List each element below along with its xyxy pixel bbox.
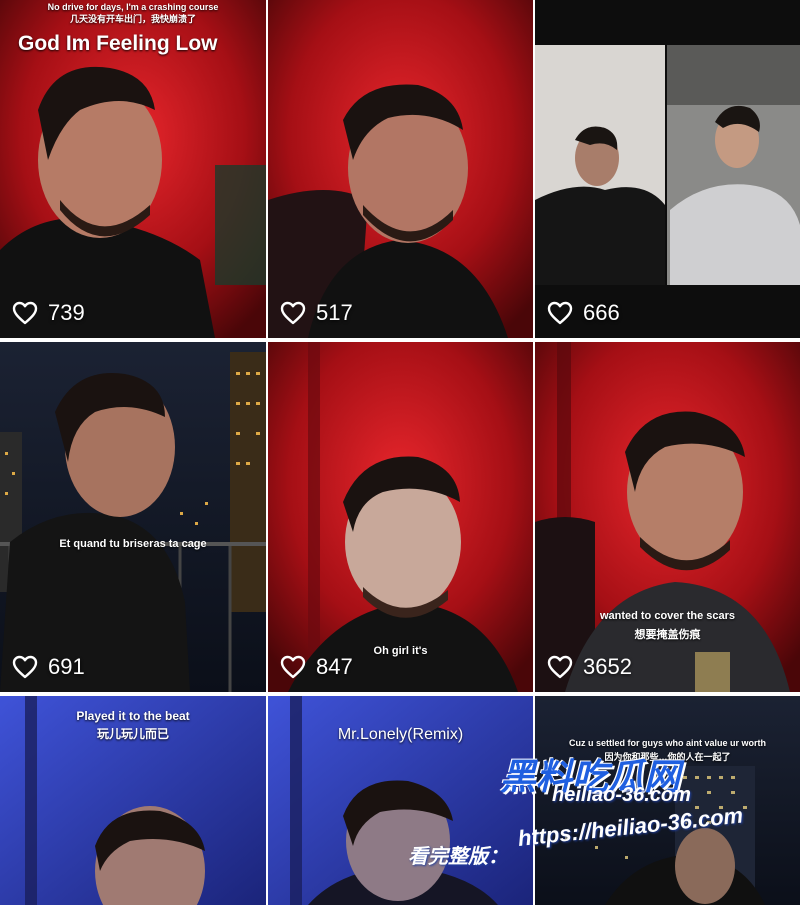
video-tile-8[interactable]: Mr.Lonely(Remix)	[268, 696, 533, 905]
caption-main: God Im Feeling Low	[18, 32, 218, 55]
like-count[interactable]: 517	[280, 300, 353, 326]
like-count[interactable]: 3652	[547, 654, 632, 680]
heart-outline-icon	[280, 655, 306, 679]
caption-title: Mr.Lonely(Remix)	[337, 726, 464, 743]
caption-top: No drive for days, I'm a crashing course	[47, 2, 219, 12]
caption-top-cn: 几天没有开车出门，我快崩溃了	[69, 14, 196, 24]
video-tile-3[interactable]: 666	[535, 0, 800, 338]
heart-outline-icon	[280, 301, 306, 325]
caption-subtitle-cn: 因为你和那些…你的人在一起了	[604, 752, 731, 762]
like-count[interactable]: 847	[280, 654, 353, 680]
video-tile-1[interactable]: No drive for days, I'm a crashing course…	[0, 0, 266, 338]
video-tile-7[interactable]: Played it to the beat 玩儿玩儿而已	[0, 696, 266, 905]
like-count-value: 666	[583, 300, 620, 325]
video-thumbnail	[0, 342, 266, 692]
like-count-value: 847	[316, 654, 353, 679]
heart-outline-icon	[12, 301, 38, 325]
caption-subtitle-cn: 想要掩盖伤痕	[634, 629, 701, 641]
caption-subtitle: Cuz u settled for guys who aint value ur…	[568, 738, 766, 748]
video-thumbnail	[535, 696, 800, 905]
video-tile-2[interactable]: 517	[268, 0, 533, 338]
like-count-value: 3652	[583, 654, 632, 679]
caption-subtitle-cn: 玩儿玩儿而已	[96, 727, 169, 741]
video-tile-9[interactable]: Cuz u settled for guys who aint value ur…	[535, 696, 800, 905]
like-count[interactable]: 739	[12, 300, 85, 326]
like-count[interactable]: 666	[547, 300, 620, 326]
video-tile-6[interactable]: wanted to cover the scars 想要掩盖伤痕 3652	[535, 342, 800, 692]
heart-outline-icon	[12, 655, 38, 679]
like-count-value: 739	[48, 300, 85, 325]
heart-outline-icon	[547, 301, 573, 325]
like-count[interactable]: 691	[12, 654, 85, 680]
heart-outline-icon	[547, 655, 573, 679]
video-thumbnail	[268, 342, 533, 692]
video-thumbnail	[535, 0, 800, 338]
video-thumbnail	[268, 0, 533, 338]
caption-subtitle: Played it to the beat	[76, 709, 190, 723]
like-count-value: 517	[316, 300, 353, 325]
video-grid: No drive for days, I'm a crashing course…	[0, 0, 800, 905]
like-count-value: 691	[48, 654, 85, 679]
video-tile-5[interactable]: Oh girl it's 847	[268, 342, 533, 692]
video-tile-4[interactable]: Et quand tu briseras ta cage 691	[0, 342, 266, 692]
caption-subtitle: Et quand tu briseras ta cage	[59, 538, 207, 550]
caption-subtitle: wanted to cover the scars	[599, 610, 736, 622]
